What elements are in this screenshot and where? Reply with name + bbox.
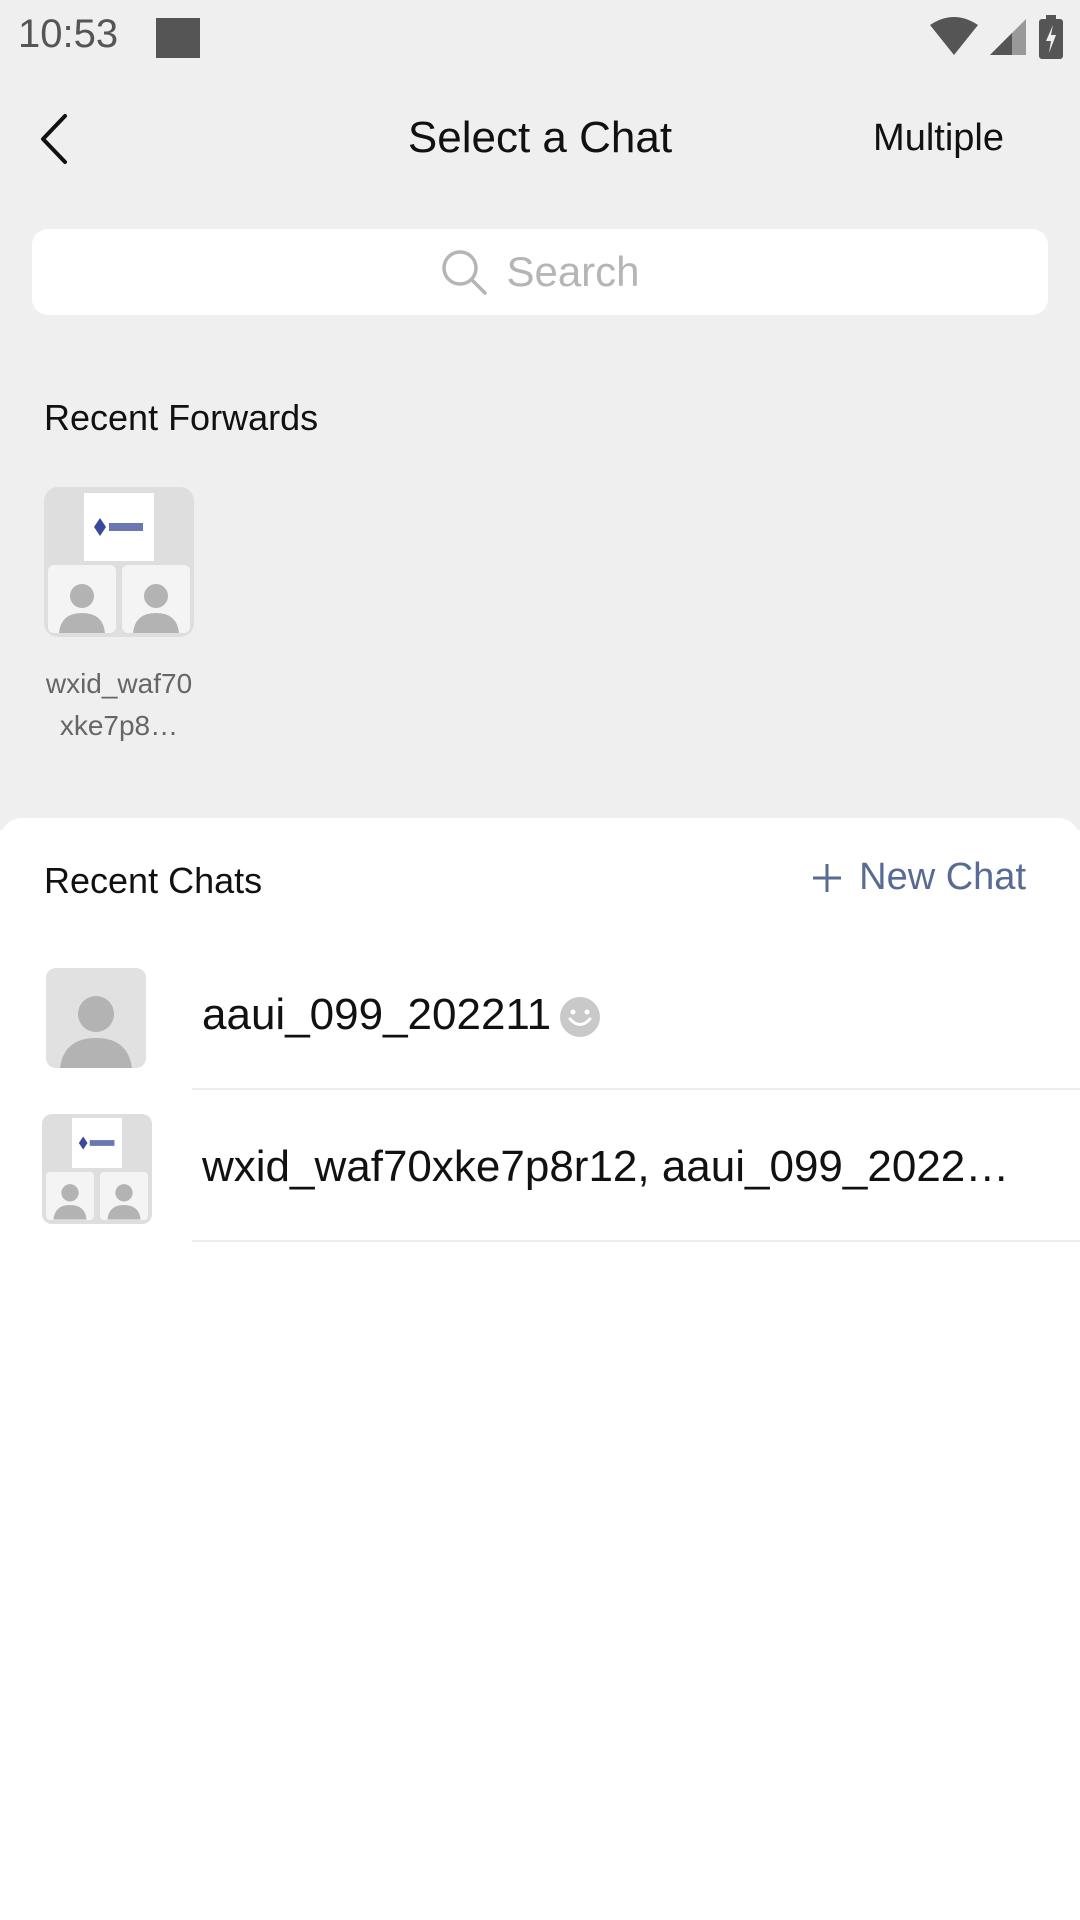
status-time: 10:53 — [18, 12, 119, 56]
recent-forward-name: wxid_waf70xke7p8… — [45, 668, 193, 741]
chat-name: wxid_waf70xke7p8r12, aaui_099_2022… — [202, 1142, 1010, 1191]
person-icon — [48, 565, 116, 633]
nav-bar: Select a Chat Multiple — [0, 75, 1080, 205]
group-avatar — [44, 487, 194, 637]
group-logo-avatar — [84, 493, 154, 561]
multiple-button[interactable]: Multiple — [873, 117, 1004, 160]
search-input[interactable]: Search — [32, 229, 1048, 315]
group-logo-avatar — [72, 1118, 122, 1168]
new-chat-button[interactable]: New Chat — [811, 856, 1026, 899]
chat-name: aaui_099_202211 — [202, 990, 601, 1040]
recent-forwards-heading: Recent Forwards — [44, 397, 319, 438]
logo-icon — [94, 518, 143, 536]
smiley-icon — [560, 997, 601, 1038]
status-icons — [930, 12, 1064, 62]
status-bar: 10:53 — [0, 0, 1080, 75]
recent-chats-heading: Recent Chats — [44, 860, 263, 901]
person-icon — [60, 996, 132, 1068]
person-icon — [122, 565, 190, 633]
battery-icon — [1039, 15, 1063, 59]
recent-forward-item[interactable]: wxid_waf70xke7p8… — [44, 487, 194, 747]
wifi-icon — [930, 17, 978, 55]
chat-row[interactable]: wxid_waf70xke7p8r12, aaui_099_2022… — [0, 1090, 1080, 1242]
logo-icon — [78, 1136, 115, 1150]
notification-icon — [156, 18, 200, 58]
divider — [192, 1240, 1080, 1242]
avatar — [46, 968, 146, 1068]
search-placeholder: Search — [506, 248, 640, 295]
group-avatar — [42, 1114, 152, 1224]
plus-icon — [813, 863, 842, 892]
recent-chats-panel: Recent Chats New Chat aaui_099_202211 wx… — [0, 818, 1080, 1920]
signal-icon — [990, 19, 1026, 55]
person-icon — [46, 1172, 94, 1220]
search-icon — [442, 250, 488, 295]
person-icon — [100, 1172, 148, 1220]
chat-row[interactable]: aaui_099_202211 — [0, 938, 1080, 1090]
new-chat-label: New Chat — [859, 856, 1026, 898]
